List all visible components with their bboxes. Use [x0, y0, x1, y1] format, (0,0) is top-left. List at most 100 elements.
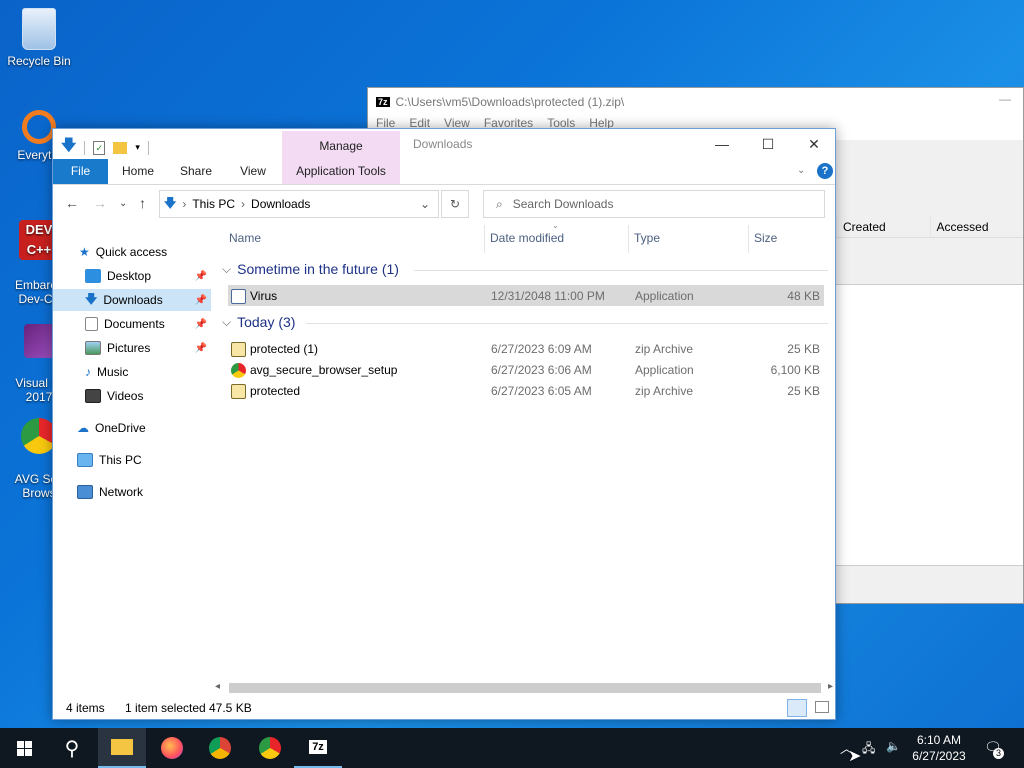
- group-header-today[interactable]: ⌵ Today (3): [218, 314, 828, 330]
- refresh-button[interactable]: ↻: [441, 190, 469, 218]
- minimize-button[interactable]: —: [699, 129, 745, 159]
- nav-music[interactable]: ♪ Music: [53, 361, 211, 383]
- pin-icon[interactable]: 📌: [195, 343, 207, 354]
- search-button[interactable]: ⚲: [48, 728, 96, 768]
- file-row-avg-setup[interactable]: avg_secure_browser_setup 6/27/2023 6:06 …: [228, 359, 824, 380]
- tab-home[interactable]: Home: [115, 159, 161, 184]
- nav-onedrive[interactable]: ☁ OneDrive: [53, 417, 211, 439]
- horizontal-scrollbar[interactable]: ◂ ▸: [213, 681, 835, 695]
- seven-zip-titlebar[interactable]: 7z C:\Users\vm5\Downloads\protected (1).…: [368, 88, 1023, 116]
- pictures-icon: [85, 341, 101, 355]
- column-accessed[interactable]: Accessed: [929, 216, 1024, 237]
- clock[interactable]: 6:10 AM 6/27/2023: [910, 732, 968, 764]
- status-selected: 1 item selected: [125, 701, 206, 715]
- tab-share[interactable]: Share: [173, 159, 219, 184]
- column-divider[interactable]: [628, 225, 629, 253]
- taskbar-file-explorer[interactable]: [98, 728, 146, 768]
- column-date-modified[interactable]: Date modified: [490, 231, 564, 245]
- explorer-titlebar[interactable]: 🡇 ✓ ▾ Manage Downloads — ☐ ✕: [53, 129, 837, 185]
- nav-label: Documents: [104, 317, 165, 331]
- desktop-icon-recycle-bin[interactable]: Recycle Bin: [4, 8, 74, 68]
- minimize-icon[interactable]: —: [999, 92, 1011, 106]
- close-button[interactable]: ✕: [791, 129, 837, 159]
- nav-label: Network: [99, 485, 144, 499]
- search-icon: ⌕: [496, 196, 503, 211]
- status-item-count: 4 items: [66, 701, 105, 715]
- nav-videos[interactable]: Videos: [53, 385, 211, 407]
- start-button[interactable]: [0, 728, 48, 768]
- file-row-protected[interactable]: protected 6/27/2023 6:05 AM zip Archive …: [228, 380, 824, 401]
- column-size[interactable]: Size: [754, 231, 777, 245]
- help-icon[interactable]: ?: [817, 163, 833, 179]
- taskbar-chrome[interactable]: [196, 728, 244, 768]
- file-size: 25 KB: [787, 342, 820, 356]
- videos-icon: [85, 389, 101, 403]
- tab-view[interactable]: View: [230, 159, 276, 184]
- network-icon[interactable]: 🖧: [862, 739, 875, 760]
- explorer-window[interactable]: 🡇 ✓ ▾ Manage Downloads — ☐ ✕ File Home S…: [52, 128, 836, 720]
- file-list: Name Date modified ⌄ Type Size ⌵ Sometim…: [218, 221, 835, 697]
- large-icons-view-icon[interactable]: [815, 701, 829, 713]
- properties-icon[interactable]: ✓: [93, 140, 106, 155]
- details-view-icon[interactable]: [787, 699, 807, 717]
- file-row-virus[interactable]: Virus 12/31/2048 11:00 PM Application 48…: [228, 285, 824, 306]
- nav-desktop[interactable]: Desktop 📌: [53, 265, 211, 287]
- group-divider: [414, 270, 828, 271]
- address-dropdown-icon[interactable]: ⌄: [420, 197, 430, 211]
- pin-icon[interactable]: 📌: [195, 295, 207, 306]
- desktop-icon-label: Recycle Bin: [7, 54, 71, 68]
- breadcrumb-this-pc[interactable]: This PC: [192, 197, 235, 211]
- column-divider[interactable]: [484, 225, 485, 253]
- nav-label: OneDrive: [95, 421, 146, 435]
- nav-quick-access[interactable]: ★ Quick access: [53, 241, 211, 263]
- column-created[interactable]: Created: [836, 216, 930, 237]
- taskbar-firefox[interactable]: [148, 728, 196, 768]
- group-title: Today (3): [237, 314, 296, 330]
- scroll-left-icon[interactable]: ◂: [215, 681, 220, 692]
- taskbar: ⚲ 7z ︿ 🖧 🔈 6:10 AM 6/27/2023 🗨 3: [0, 728, 1024, 768]
- nav-label: Music: [97, 365, 129, 379]
- tab-application-tools[interactable]: Application Tools: [282, 159, 400, 184]
- downloads-folder-icon: 🡇: [164, 195, 177, 210]
- down-arrow-icon[interactable]: 🡇: [61, 135, 76, 160]
- nav-label: Quick access: [95, 245, 168, 259]
- nav-documents[interactable]: Documents 📌: [53, 313, 211, 335]
- cloud-icon: ☁: [77, 421, 89, 435]
- seven-zip-app-icon: 7z: [376, 97, 390, 107]
- customize-qat-icon[interactable]: ▾: [135, 142, 140, 153]
- back-arrow-icon[interactable]: ←: [65, 195, 79, 211]
- scrollbar-thumb[interactable]: [229, 683, 821, 693]
- new-folder-icon[interactable]: [113, 141, 128, 154]
- recent-locations-icon[interactable]: ⌄: [119, 198, 127, 209]
- forward-arrow-icon[interactable]: →: [93, 195, 107, 211]
- nav-pictures[interactable]: Pictures 📌: [53, 337, 211, 359]
- scroll-right-icon[interactable]: ▸: [828, 681, 833, 692]
- maximize-button[interactable]: ☐: [745, 129, 791, 159]
- nav-label: This PC: [99, 453, 142, 467]
- window-title: Downloads: [413, 137, 473, 151]
- breadcrumb-downloads[interactable]: Downloads: [251, 197, 310, 211]
- column-type[interactable]: Type: [634, 231, 660, 245]
- search-box[interactable]: ⌕ Search Downloads: [483, 190, 825, 218]
- address-bar[interactable]: 🡇 › This PC › Downloads ⌄: [159, 190, 439, 218]
- file-row-protected-1[interactable]: protected (1) 6/27/2023 6:09 AM zip Arch…: [228, 338, 824, 359]
- nav-network[interactable]: Network: [53, 481, 211, 503]
- volume-muted-icon[interactable]: 🔈: [886, 739, 901, 753]
- column-divider[interactable]: [748, 225, 749, 253]
- pin-icon[interactable]: 📌: [195, 319, 207, 330]
- nav-downloads[interactable]: 🡇 Downloads 📌: [53, 289, 211, 311]
- nav-this-pc[interactable]: This PC: [53, 449, 211, 471]
- refresh-icon: ↻: [449, 197, 461, 211]
- seven-zip-column-headers: Created Accessed: [836, 216, 1023, 238]
- taskbar-avg-browser[interactable]: [246, 728, 294, 768]
- group-header-future[interactable]: ⌵ Sometime in the future (1): [218, 261, 828, 277]
- breadcrumb-separator-icon: ›: [182, 197, 187, 211]
- column-name[interactable]: Name: [229, 231, 261, 245]
- pin-icon[interactable]: 📌: [195, 271, 207, 282]
- taskbar-7zip[interactable]: 7z: [294, 728, 342, 768]
- file-name: protected (1): [250, 342, 319, 356]
- downloads-icon: 🡇: [85, 291, 98, 306]
- expand-ribbon-icon[interactable]: ⌄: [797, 165, 805, 176]
- up-arrow-icon[interactable]: ↑: [139, 195, 146, 211]
- tab-file[interactable]: File: [53, 159, 108, 184]
